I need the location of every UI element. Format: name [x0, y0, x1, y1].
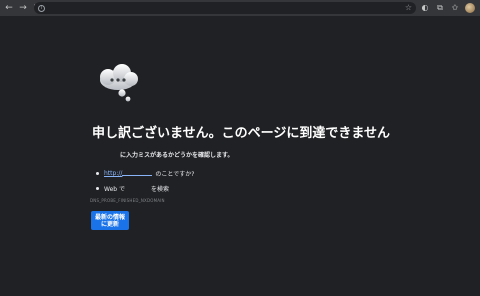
forward-arrow-icon[interactable]: → — [16, 1, 30, 15]
suggestions-heading: に入力ミスがあるかどうかを確認します。 — [120, 152, 234, 159]
reload-button-label: 最新の情報 に更新 — [94, 213, 125, 228]
tab-search-icon[interactable]: ⧉ — [433, 1, 447, 15]
error-code: DNS_PROBE_FINISHED_NXDOMAIN — [90, 198, 165, 203]
browser-toolbar: ← → ↻ i ☆ ◐ ⧉ ✩ ⋯ — [0, 0, 480, 16]
back-arrow-icon[interactable]: ← — [2, 1, 16, 15]
extensions-icon[interactable]: ◐ — [418, 1, 432, 15]
star-icon[interactable]: ☆ — [405, 2, 412, 14]
error-title: 申し訳ございません。このページに到達できません — [92, 126, 390, 141]
bullet-icon — [96, 187, 99, 190]
reload-button[interactable]: 最新の情報 に更新 — [91, 211, 129, 230]
suggestion-web-suffix: を検索 — [151, 186, 170, 193]
suggested-url-link-blank[interactable] — [122, 171, 153, 176]
suggested-url-link[interactable]: http:// — [104, 170, 122, 177]
suggestions-list: http:// のことですか? Web で を検索 — [96, 166, 194, 196]
suggestion-web-prefix: Web で — [104, 186, 125, 193]
toolbar-actions: ◐ ⧉ ✩ ⋯ — [418, 1, 480, 15]
info-icon[interactable]: i — [38, 4, 45, 12]
bullet-icon — [96, 172, 99, 175]
list-item: http:// のことですか? — [96, 166, 194, 181]
disconnected-cloud-icon — [100, 64, 138, 102]
suggestion-url-suffix: のことですか? — [155, 171, 195, 178]
list-item: Web で を検索 — [96, 181, 194, 196]
profile-avatar[interactable] — [463, 1, 477, 15]
address-bar[interactable]: i ☆ — [34, 2, 416, 14]
favorites-icon[interactable]: ✩ — [448, 1, 462, 15]
